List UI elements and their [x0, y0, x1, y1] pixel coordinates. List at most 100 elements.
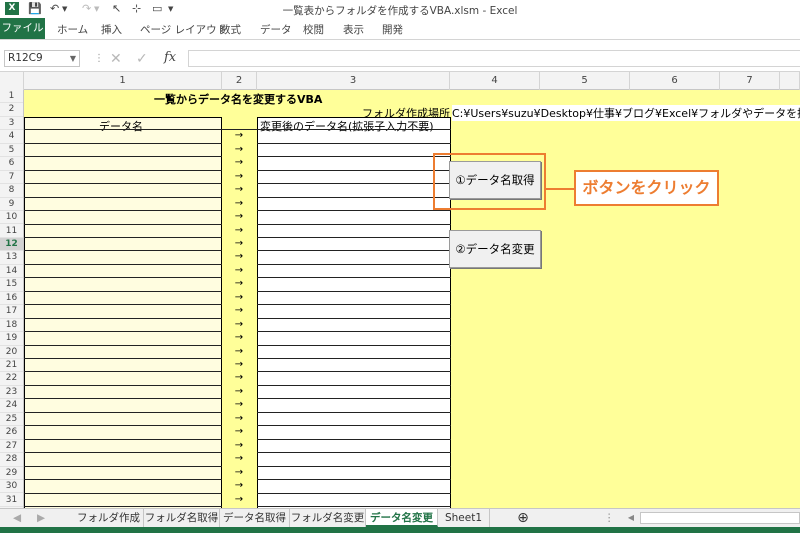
select-all-corner[interactable]: [0, 72, 24, 90]
row-header[interactable]: 9: [0, 198, 23, 212]
insert-function-icon[interactable]: fx: [164, 50, 176, 65]
data-name-column[interactable]: [24, 117, 222, 508]
row-header[interactable]: 4: [0, 130, 23, 144]
row-header[interactable]: 22: [0, 372, 23, 386]
row-header[interactable]: 5: [0, 144, 23, 158]
hscroll-left-icon[interactable]: ◀: [624, 509, 638, 527]
column-header[interactable]: 4: [450, 72, 540, 90]
sheet-tab[interactable]: Sheet1: [438, 509, 490, 527]
cell-border: [24, 492, 222, 494]
new-name-column[interactable]: [257, 117, 451, 508]
horizontal-scrollbar[interactable]: [640, 512, 800, 524]
cell-border: [24, 452, 222, 454]
row-header[interactable]: 15: [0, 278, 23, 292]
row-header[interactable]: 1: [0, 90, 23, 104]
arrow-cell: →: [234, 130, 244, 142]
cell-border: [24, 438, 222, 440]
add-sheet-icon[interactable]: ⊕: [512, 509, 534, 527]
arrow-cell: →: [234, 399, 244, 411]
row-header[interactable]: 6: [0, 157, 23, 171]
column-header[interactable]: 2: [222, 72, 257, 90]
ribbon-tabs: ファイル ホーム 挿入 ページ レイアウト 数式 データ 校閲 表示 開発: [0, 18, 800, 40]
tab-data[interactable]: データ: [260, 22, 292, 37]
tab-file[interactable]: ファイル: [0, 18, 45, 39]
sheet-tab[interactable]: フォルダ名取得: [144, 509, 220, 527]
cell-border: [257, 384, 451, 386]
cell-border: [24, 344, 222, 346]
row-header[interactable]: 8: [0, 184, 23, 198]
cell-border: [24, 142, 222, 144]
tab-view[interactable]: 表示: [343, 22, 364, 37]
row-header[interactable]: 24: [0, 399, 23, 413]
row-header[interactable]: 16: [0, 292, 23, 306]
split-handle-icon[interactable]: ⋮: [604, 509, 615, 527]
cell-border: [257, 169, 451, 171]
column-header[interactable]: 1: [24, 72, 222, 90]
sheet-title: 一覧からデータ名を変更するVBA: [154, 93, 323, 106]
row-header[interactable]: 28: [0, 453, 23, 467]
scroll-left-icon[interactable]: ◀: [8, 509, 26, 527]
arrow-cell: →: [234, 264, 244, 276]
row-header[interactable]: 30: [0, 480, 23, 494]
sheet-tab-bar: ◀ ▶ フォルダ作成 フォルダ名取得 データ名取得 フォルダ名変更 データ名変更…: [0, 508, 800, 527]
formula-input[interactable]: [188, 50, 800, 67]
sheet-tab[interactable]: フォルダ作成: [74, 509, 144, 527]
row-header[interactable]: 20: [0, 346, 23, 359]
row-header[interactable]: 7: [0, 171, 23, 185]
row-header[interactable]: 13: [0, 251, 23, 265]
cell-border: [257, 344, 451, 346]
sheet-tab[interactable]: データ名取得: [220, 509, 290, 527]
sheet-tab[interactable]: フォルダ名変更: [290, 509, 366, 527]
cell-border: [257, 358, 451, 359]
cell-border: [24, 223, 222, 225]
change-data-names-button[interactable]: ②データ名変更: [449, 230, 541, 268]
cell-border: [257, 210, 451, 212]
row-header[interactable]: 27: [0, 440, 23, 454]
tab-review[interactable]: 校閲: [303, 22, 324, 37]
row-header[interactable]: 25: [0, 413, 23, 427]
column-header[interactable]: 3: [257, 72, 450, 90]
arrow-cell: →: [234, 493, 244, 505]
row-header[interactable]: 12: [0, 237, 23, 252]
tab-developer[interactable]: 開発: [382, 22, 403, 37]
row-header[interactable]: 29: [0, 467, 23, 481]
arrow-cell: →: [234, 305, 244, 317]
cell-border: [257, 196, 451, 198]
sheet-tab-active[interactable]: データ名変更: [366, 509, 438, 527]
folder-path[interactable]: C:¥Users¥suzu¥Desktop¥仕事¥ブログ¥Excel¥フォルダや…: [452, 105, 800, 121]
scroll-right-icon[interactable]: ▶: [32, 509, 50, 527]
row-header[interactable]: 18: [0, 319, 23, 333]
tab-insert[interactable]: 挿入: [101, 22, 122, 37]
column-header[interactable]: [780, 72, 800, 90]
row-header[interactable]: 23: [0, 386, 23, 400]
cell-border: [24, 196, 222, 198]
row-header[interactable]: 14: [0, 265, 23, 279]
cell-border: [24, 465, 222, 467]
row-header[interactable]: 10: [0, 211, 23, 225]
cell-border: [24, 398, 222, 400]
row-header[interactable]: 3: [0, 117, 23, 131]
highlight-box: [433, 153, 546, 210]
column-header[interactable]: 6: [630, 72, 720, 90]
row-header[interactable]: 2: [0, 103, 23, 117]
row-header[interactable]: 17: [0, 305, 23, 319]
tab-home[interactable]: ホーム: [57, 22, 88, 37]
arrow-cell: →: [234, 439, 244, 451]
cell-border: [24, 479, 222, 481]
enter-icon[interactable]: ✓: [136, 51, 148, 67]
new-name-header: 変更後のデータ名(拡張子入力不要): [260, 120, 434, 133]
row-header[interactable]: 19: [0, 332, 23, 346]
cancel-icon[interactable]: ✕: [110, 51, 122, 67]
column-header[interactable]: 5: [540, 72, 630, 90]
tab-formulas[interactable]: 数式: [220, 22, 241, 37]
row-header[interactable]: 31: [0, 494, 23, 507]
name-box-value: R12C9: [8, 52, 43, 64]
name-box[interactable]: R12C9 ▼: [4, 50, 80, 67]
row-header[interactable]: 26: [0, 426, 23, 440]
column-header[interactable]: 7: [720, 72, 780, 90]
row-header[interactable]: 21: [0, 359, 23, 373]
row-header[interactable]: 11: [0, 225, 23, 238]
chevron-down-icon[interactable]: ▼: [70, 51, 76, 66]
tab-page-layout[interactable]: ページ レイアウト: [140, 22, 227, 37]
cell-grid[interactable]: 一覧からデータ名を変更するVBA フォルダ作成場所 C:¥Users¥suzu¥…: [24, 90, 800, 508]
